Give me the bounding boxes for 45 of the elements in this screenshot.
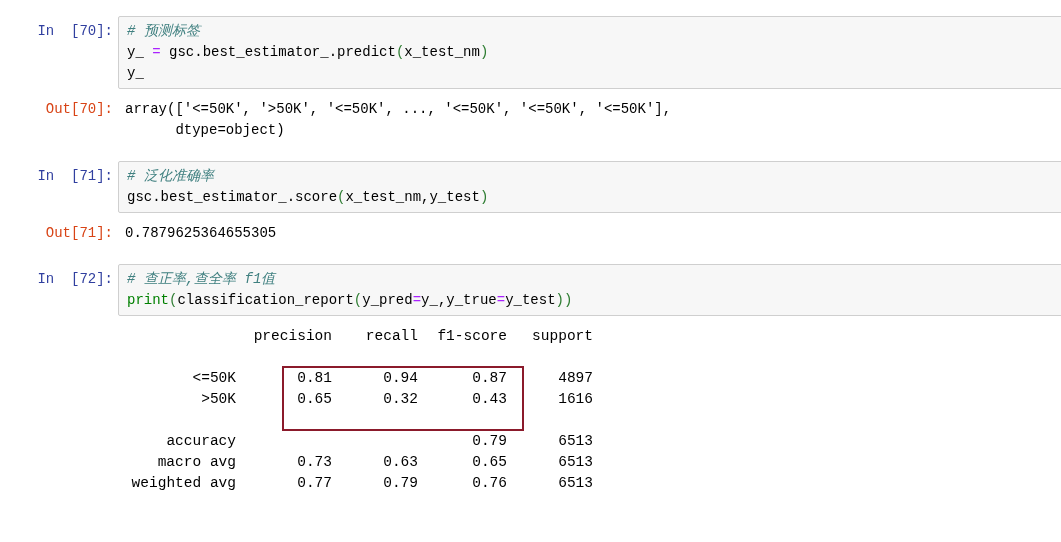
- input-prompt: In [71]:: [36, 167, 114, 186]
- code-input[interactable]: # 泛化准确率 gsc.best_estimator_.score(x_test_nm,y_test): [118, 161, 1061, 213]
- table-cell-text: 0.63: [382, 453, 418, 472]
- column-header: precision: [252, 327, 332, 346]
- table-cell-text: 6513: [557, 432, 593, 451]
- code-input[interactable]: # 预测标签 y_ = gsc.best_estimator_.predict(x_test_nm) y_: [118, 16, 1061, 89]
- row-label: >50K: [200, 390, 236, 409]
- table-cell-text: 1616: [557, 390, 593, 409]
- table-cell-text: 0.76: [471, 474, 507, 493]
- output-prompt: Out[70]:: [44, 100, 114, 119]
- output-text: array(['<=50K', '>50K', '<=50K', ..., '<=50K', '<=50K', '<=50K'],: [124, 100, 672, 119]
- table-cell-text: 0.81: [296, 369, 332, 388]
- code-comment: # 查正率,查全率 f1值: [127, 270, 278, 289]
- table-cell-text: 6513: [557, 474, 593, 493]
- row-label: macro avg: [156, 453, 236, 472]
- output-text: 0.7879625364655305: [124, 224, 277, 243]
- table-cell-text: 0.77: [296, 474, 332, 493]
- code-input[interactable]: # 查正率,查全率 f1值 print(classification_report(y_pred=y_,y_true=y_test)): [118, 264, 1061, 316]
- code-comment: # 泛化准确率: [127, 167, 216, 186]
- table-cell-text: 0.79: [382, 474, 418, 493]
- table-cell-text: 6513: [557, 453, 593, 472]
- input-prompt: In [70]:: [36, 22, 114, 41]
- table-cell-text: 0.94: [382, 369, 418, 388]
- column-header: f1-score: [436, 327, 507, 346]
- code-comment: # 预测标签: [127, 22, 203, 41]
- input-prompt: In [72]:: [36, 270, 114, 289]
- table-cell-text: 0.65: [471, 453, 507, 472]
- column-header: support: [531, 327, 593, 346]
- output-text: dtype=object): [174, 121, 286, 140]
- table-cell-text: 0.73: [296, 453, 332, 472]
- table-cell-text: 0.65: [296, 390, 332, 409]
- table-cell-text: 4897: [557, 369, 593, 388]
- code-line: print(classification_report(y_pred=y_,y_true=y_test)): [127, 291, 574, 310]
- row-label: accuracy: [165, 432, 236, 451]
- output-prompt: Out[71]:: [44, 224, 114, 243]
- row-label: <=50K: [191, 369, 236, 388]
- code-line: y_ = gsc.best_estimator_.predict(x_test_nm): [127, 43, 490, 62]
- code-line: gsc.best_estimator_.score(x_test_nm,y_test): [127, 188, 490, 207]
- column-header: recall: [364, 327, 418, 346]
- row-label: weighted avg: [130, 474, 236, 493]
- table-cell-text: 0.32: [382, 390, 418, 409]
- code-line: y_: [127, 64, 145, 83]
- table-cell-text: 0.43: [471, 390, 507, 409]
- table-cell-text: 0.87: [471, 369, 507, 388]
- table-cell-text: 0.79: [471, 432, 507, 451]
